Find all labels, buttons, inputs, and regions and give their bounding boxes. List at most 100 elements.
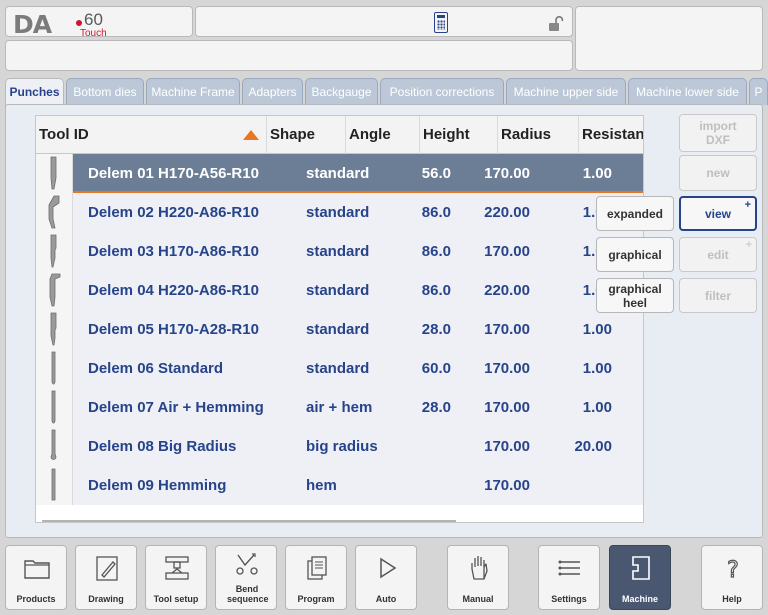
logo-model: 60 (84, 10, 103, 29)
machine-key[interactable]: Machine (609, 545, 671, 610)
logo-edition: Touch (80, 28, 107, 39)
punch-profile-icon (36, 154, 73, 193)
column-header-angle[interactable]: Angle (346, 116, 420, 154)
auto-key[interactable]: Auto (355, 545, 417, 610)
cell-radius: 1.00 (582, 165, 612, 182)
bend-sequence-key[interactable]: Bend sequence (215, 545, 277, 610)
logo-dot (76, 20, 82, 26)
table-row[interactable]: Delem 05 H170-A28-R10 standard 28.0 170.… (36, 310, 643, 349)
tab-adapters[interactable]: Adapters (242, 78, 303, 105)
graphical-view-button[interactable]: graphical (596, 237, 674, 272)
machine-key-label: Machine (621, 594, 658, 604)
cell-height: 170.00 (484, 477, 530, 494)
view-button[interactable]: + view (679, 196, 757, 231)
tab-machine-upper-side[interactable]: Machine upper side (506, 78, 626, 105)
program-key[interactable]: Program (285, 545, 347, 610)
cell-height: 170.00 (484, 321, 530, 338)
cell-height: 220.00 (484, 204, 530, 221)
program-key-label: Program (297, 594, 335, 604)
folder-icon (24, 560, 50, 579)
cell-radius (535, 466, 612, 505)
cell-shape: standard (306, 243, 370, 260)
manual-key[interactable]: Manual (447, 545, 509, 610)
tool-setup-icon (165, 556, 189, 580)
unlocked-padlock-icon[interactable] (547, 15, 565, 33)
punch-profile-icon (36, 271, 73, 310)
table-row[interactable]: Delem 07 Air + Hemming air + hem 28.0 17… (36, 388, 643, 427)
tab-machine-frame[interactable]: Machine Frame (146, 78, 240, 105)
bend-sequence-icon (236, 553, 258, 575)
products-key[interactable]: Products (5, 545, 67, 610)
tab-machine-lower-side[interactable]: Machine lower side (628, 78, 747, 105)
table-row[interactable]: Delem 06 Standard standard 60.0 170.00 1… (36, 349, 643, 388)
cell-height: 170.00 (484, 243, 530, 260)
cell-height: 220.00 (484, 282, 530, 299)
settings-key-label: Settings (551, 594, 587, 604)
column-header-shape[interactable]: Shape (267, 116, 346, 154)
products-key-label: Products (16, 594, 56, 604)
graphical-heel-view-button[interactable]: graphical heel (596, 278, 674, 313)
cell-shape: standard (306, 321, 370, 338)
punch-profile-icon (36, 388, 73, 427)
drawing-key[interactable]: Drawing (75, 545, 137, 610)
table-row[interactable]: Delem 04 H220-A86-R10 standard 86.0 220.… (36, 271, 643, 310)
message-bar (5, 40, 573, 71)
cell-radius: 1.00 (582, 360, 612, 377)
help-key[interactable]: ? Help (701, 545, 763, 610)
settings-list-icon (558, 560, 580, 576)
table-row[interactable]: Delem 09 Hemming hem 170.00 (36, 466, 643, 505)
plus-icon: + (744, 199, 751, 211)
top-right-panel (575, 6, 763, 71)
cell-shape: standard (306, 282, 370, 299)
import-dxf-button[interactable]: import DXF (679, 114, 757, 152)
cell-tool-id: Delem 07 Air + Hemming (88, 399, 264, 416)
help-key-label: Help (722, 594, 742, 604)
sort-ascending-icon[interactable] (243, 130, 259, 140)
help-icon: ? (727, 557, 740, 583)
punch-profile-icon (36, 466, 73, 505)
table-row[interactable]: Delem 02 H220-A86-R10 standard 86.0 220.… (36, 193, 643, 232)
table-row[interactable]: Delem 01 H170-A56-R10 standard 56.0 170.… (36, 154, 643, 193)
punch-profile-icon (36, 427, 73, 466)
tab-backgauge[interactable]: Backgauge (305, 78, 378, 105)
cell-shape: big radius (306, 438, 378, 455)
cell-angle: 60.0 (421, 360, 451, 377)
logo-brand: DA (13, 10, 52, 39)
tool-setup-key[interactable]: Tool setup (145, 545, 207, 610)
import-dxf-label: import DXF (699, 119, 737, 147)
filter-button[interactable]: filter (679, 278, 757, 313)
column-header-tool-id[interactable]: Tool ID (36, 116, 267, 154)
play-icon (380, 557, 397, 579)
cell-tool-id: Delem 09 Hemming (88, 477, 227, 494)
expanded-view-button[interactable]: expanded (596, 196, 674, 231)
table-row[interactable]: Delem 03 H170-A86-R10 standard 86.0 170.… (36, 232, 643, 271)
cell-height: 170.00 (484, 360, 530, 377)
calculator-icon[interactable] (434, 12, 448, 33)
punch-profile-icon (36, 310, 73, 349)
column-header-radius[interactable]: Radius (498, 116, 579, 154)
settings-key[interactable]: Settings (538, 545, 600, 610)
horizontal-scrollbar[interactable] (42, 520, 456, 522)
cell-shape: standard (306, 204, 370, 221)
cell-angle (383, 427, 451, 466)
brand-logo: DA 60 Touch (5, 6, 193, 39)
tab-position-corrections[interactable]: Position corrections (380, 78, 504, 105)
svg-text:?: ? (727, 558, 739, 583)
cell-tool-id: Delem 06 Standard (88, 360, 224, 377)
cell-radius: 1.00 (582, 321, 612, 338)
edit-button[interactable]: + edit (679, 237, 757, 272)
tab-overflow[interactable]: P (749, 78, 768, 105)
edit-button-label: edit (707, 247, 729, 262)
table-header: Tool ID Shape Angle Height Radius Resist… (36, 116, 643, 154)
tab-bottom-dies[interactable]: Bottom dies (66, 78, 144, 105)
column-header-resistance[interactable]: Resistan (579, 116, 643, 154)
new-button[interactable]: new (679, 155, 757, 191)
machine-icon (632, 556, 650, 580)
table-row[interactable]: Delem 08 Big Radius big radius 170.00 20… (36, 427, 643, 466)
cell-tool-id: Delem 02 H220-A86-R10 (88, 204, 259, 221)
cell-shape: air + hem (306, 399, 373, 416)
cell-tool-id: Delem 04 H220-A86-R10 (88, 282, 259, 299)
column-header-height[interactable]: Height (420, 116, 498, 154)
cell-angle (383, 466, 451, 505)
tool-setup-key-label: Tool setup (153, 594, 199, 604)
